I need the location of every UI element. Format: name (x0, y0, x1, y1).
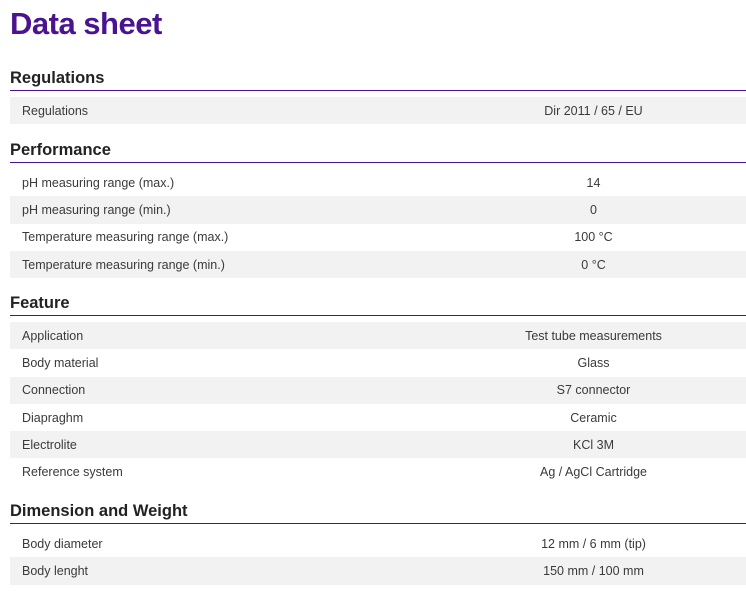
row-value: 12 mm / 6 mm (tip) (541, 536, 646, 551)
row-value: S7 connector (556, 383, 631, 398)
table-row: Body lenght 150 mm / 100 mm (10, 557, 746, 585)
table-row: Regulations Dir 2011 / 65 / EU (10, 97, 746, 125)
row-value: Test tube measurements (525, 328, 662, 343)
row-label: pH measuring range (max.) (22, 175, 175, 190)
row-value: 0 °C (581, 257, 606, 272)
row-label: Temperature measuring range (max.) (22, 230, 229, 245)
section-divider (10, 162, 746, 163)
section-feature: Feature Application Test tube measuremen… (10, 293, 746, 486)
section-heading: Feature (10, 294, 70, 312)
table-row: Temperature measuring range (min.) 0 °C (10, 250, 746, 279)
section-heading: Performance (10, 141, 111, 159)
row-label: pH measuring range (min.) (22, 202, 171, 217)
table-row: Diapraghm Ceramic (10, 404, 746, 431)
row-label: Body lenght (22, 563, 89, 578)
section-divider (10, 523, 746, 524)
section-heading: Dimension and Weight (10, 502, 188, 520)
row-value: 150 mm / 100 mm (543, 563, 644, 578)
row-value: Ceramic (570, 410, 617, 425)
row-label: Reference system (22, 465, 123, 480)
section-heading: Regulations (10, 69, 105, 87)
row-value: KCl 3M (573, 437, 614, 452)
section-regulations: Regulations Regulations Dir 2011 / 65 / … (10, 68, 746, 125)
row-label: Body diameter (22, 536, 103, 551)
row-label: Regulations (22, 103, 89, 118)
table-row: Body material Glass (10, 349, 746, 376)
table-row: Reference system Ag / AgCl Cartridge (10, 458, 746, 485)
row-value: 0 (590, 202, 597, 217)
row-label: Electrolite (22, 437, 77, 452)
table-row: Electrolite KCl 3M (10, 431, 746, 459)
row-label: Diapraghm (22, 410, 84, 425)
section-divider (10, 90, 746, 91)
row-label: Connection (22, 383, 86, 398)
table-row: Connection S7 connector (10, 376, 746, 404)
row-label: Temperature measuring range (min.) (22, 257, 225, 272)
row-value: 14 (586, 175, 601, 190)
row-value: Dir 2011 / 65 / EU (544, 103, 643, 118)
section-divider (10, 315, 746, 316)
row-value: Glass (577, 355, 610, 370)
row-value: 100 °C (574, 230, 613, 245)
table-row: Application Test tube measurements (10, 322, 746, 350)
table-row: pH measuring range (min.) 0 (10, 196, 746, 224)
section-dimension-weight: Dimension and Weight Body diameter 12 mm… (10, 501, 746, 585)
table-row: pH measuring range (max.) 14 (10, 169, 746, 196)
table-row: Temperature measuring range (max.) 100 °… (10, 224, 746, 251)
row-label: Body material (22, 355, 99, 370)
row-label: Application (22, 328, 84, 343)
table-row: Body diameter 12 mm / 6 mm (tip) (10, 530, 746, 557)
page-title: Data sheet (10, 6, 162, 41)
row-value: Ag / AgCl Cartridge (540, 465, 647, 480)
section-performance: Performance pH measuring range (max.) 14… (10, 140, 746, 279)
